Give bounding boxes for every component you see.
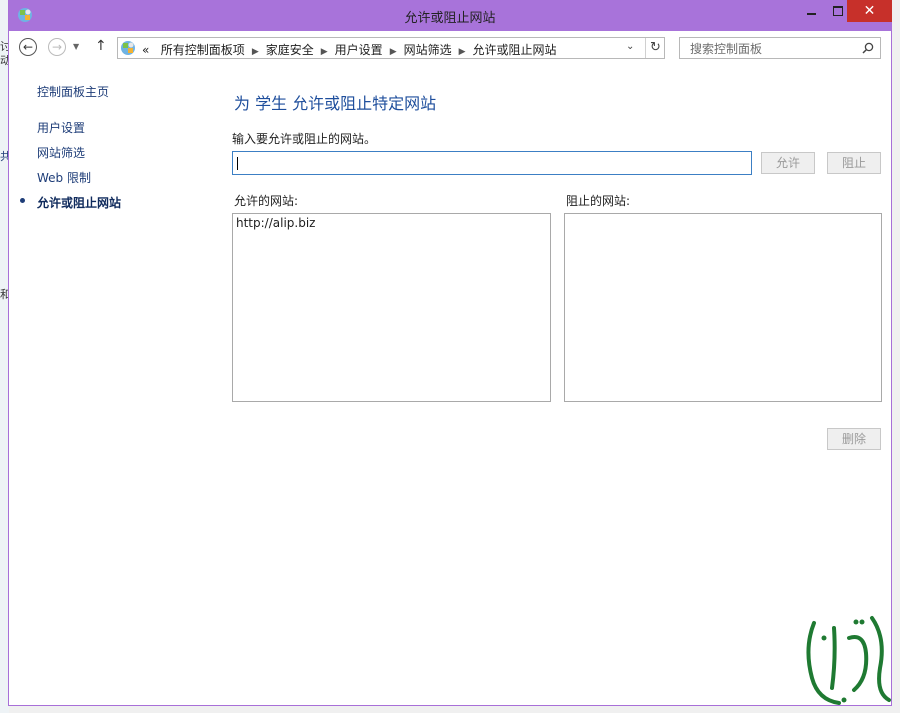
maximize-icon: [833, 6, 843, 16]
sidebar-item-user-settings[interactable]: 用户设置: [37, 119, 85, 136]
address-bar[interactable]: « 所有控制面板项 ▶ 家庭安全 ▶ 用户设置 ▶ 网站筛选 ▶ 允许或阻止网站 ⌄ ↻: [117, 37, 665, 59]
breadcrumb-item[interactable]: 用户设置: [335, 43, 383, 57]
back-button[interactable]: ←: [19, 38, 37, 56]
breadcrumb-item[interactable]: 所有控制面板项: [161, 43, 245, 57]
blocked-sites-label: 阻止的网站:: [566, 194, 631, 208]
recent-locations-dropdown[interactable]: ▼: [73, 42, 79, 51]
control-panel-window: 允许或阻止网站 ✕ ← → ▼ ↑ « 所有控制面板项 ▶ 家庭安全 ▶ 用户设置 ▶ 网站…: [8, 0, 892, 706]
breadcrumb-item[interactable]: 网站筛选: [404, 43, 452, 57]
breadcrumb-overflow[interactable]: «: [142, 43, 149, 57]
list-item[interactable]: http://alip.biz: [233, 214, 550, 230]
sidebar-item-allow-block-sites: 允许或阻止网站: [37, 196, 122, 210]
chevron-right-icon[interactable]: ▶: [321, 47, 328, 57]
allowed-sites-list[interactable]: http://alip.biz: [232, 213, 551, 402]
navigation-bar: ← → ▼ ↑ « 所有控制面板项 ▶ 家庭安全 ▶ 用户设置 ▶ 网站筛选 ▶ 允许或阻止网站…: [9, 31, 891, 65]
search-box[interactable]: [679, 37, 881, 59]
forward-button[interactable]: →: [48, 38, 66, 56]
refresh-icon: ↻: [650, 40, 661, 55]
block-button[interactable]: 阻止: [827, 152, 881, 174]
breadcrumb: « 所有控制面板项 ▶ 家庭安全 ▶ 用户设置 ▶ 网站筛选 ▶ 允许或阻止网站: [142, 41, 557, 58]
breadcrumb-item[interactable]: 允许或阻止网站: [473, 43, 557, 57]
sidebar: 控制面板主页 用户设置 网站筛选 Web 限制 允许或阻止网站: [9, 65, 209, 665]
text-caret: [237, 157, 238, 170]
delete-button[interactable]: 删除: [827, 428, 881, 450]
control-panel-icon: [121, 41, 135, 55]
sidebar-home-link[interactable]: 控制面板主页: [37, 83, 109, 100]
page-title: 为 学生 允许或阻止特定网站: [234, 94, 437, 113]
arrow-right-icon: →: [51, 40, 63, 54]
blocked-sites-list[interactable]: [564, 213, 882, 402]
allow-button[interactable]: 允许: [761, 152, 815, 174]
refresh-button[interactable]: ↻: [650, 40, 661, 55]
breadcrumb-item[interactable]: 家庭安全: [266, 43, 314, 57]
arrow-up-icon: ↑: [95, 38, 107, 54]
minimize-button[interactable]: [797, 0, 825, 22]
minimize-icon: [806, 13, 816, 15]
chevron-right-icon[interactable]: ▶: [390, 47, 397, 57]
sidebar-item-web-filtering[interactable]: 网站筛选: [37, 144, 85, 161]
chevron-down-icon: ⌄: [626, 41, 635, 52]
current-page-bullet-icon: [20, 198, 25, 203]
window-title: 允许或阻止网站: [404, 11, 496, 26]
arrow-left-icon: ←: [22, 40, 34, 54]
calligraphy-watermark-logo: [806, 616, 891, 705]
close-button[interactable]: ✕: [847, 0, 892, 22]
address-dropdown-button[interactable]: ⌄: [626, 41, 634, 52]
url-prompt-label: 输入要允许或阻止的网站。: [232, 132, 377, 146]
chevron-right-icon[interactable]: ▶: [252, 47, 259, 57]
sidebar-item-web-restrictions[interactable]: Web 限制: [37, 169, 91, 186]
chevron-down-icon: ▼: [73, 42, 80, 51]
search-input[interactable]: [688, 41, 857, 57]
title-bar: 允许或阻止网站 ✕: [9, 0, 892, 31]
website-url-input[interactable]: [232, 151, 752, 175]
up-button[interactable]: ↑: [95, 38, 107, 54]
divider: [645, 38, 646, 58]
chevron-right-icon[interactable]: ▶: [459, 47, 466, 57]
allowed-sites-label: 允许的网站:: [234, 194, 299, 208]
search-icon[interactable]: [862, 42, 874, 54]
close-icon: ✕: [863, 3, 876, 19]
